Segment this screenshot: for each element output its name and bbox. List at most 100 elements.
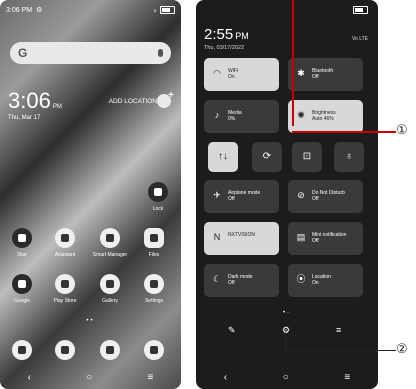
flashlight-tile[interactable]: ♁ (334, 142, 364, 172)
tile-icon: ⦿ (296, 274, 306, 284)
rotate-tile[interactable]: ⟳ (252, 142, 282, 172)
callout-2: ② (396, 341, 408, 356)
panel-ampm: PM (235, 31, 249, 41)
tile-3[interactable]: ✺ Brightness Auto 46% (288, 100, 363, 133)
tile-label: NXTVISION (228, 232, 255, 238)
gear-icon: ⚙ (36, 7, 43, 14)
gallery-icon (100, 274, 120, 294)
app-label: Assistant (54, 252, 76, 258)
messages-icon (100, 340, 120, 360)
app-gallery[interactable]: Gallery (92, 274, 128, 304)
assistant-icon (55, 228, 75, 248)
home-screen: 3:06 PM ⚙ ᵢₗ G 3:06 PM Thu, Mar 17 ADD LOC… (0, 0, 181, 389)
tile-9[interactable]: ⦿ Location On (288, 264, 363, 297)
play-store-icon (55, 274, 75, 294)
back-button[interactable]: ‹ (28, 372, 31, 383)
page-indicator: •· (282, 310, 292, 316)
app-label: Duo (17, 252, 27, 258)
edit-icon[interactable]: ✎ (228, 325, 236, 336)
panel-time: 2:55 (204, 26, 234, 43)
panel-date: Thu, 03/17/2022 (204, 45, 245, 51)
tile-icon: ✺ (297, 110, 305, 120)
screenshot-tile[interactable]: ⊡ (292, 142, 322, 172)
app-label: Lock (152, 206, 164, 212)
annotation-line (285, 350, 396, 351)
tile-7[interactable]: ▤ Mini notification Off (288, 222, 363, 255)
tile-label: Do Not Disturb Off (312, 190, 345, 202)
dock-camera[interactable] (136, 340, 172, 364)
signal-indicator: Vo LTE (351, 36, 368, 42)
app-settings[interactable]: Settings (136, 274, 172, 304)
tile-0[interactable]: ◠ WiFi On (204, 58, 279, 91)
recents-button[interactable]: ≡ (344, 372, 350, 383)
search-bar[interactable]: G (10, 42, 171, 64)
clock-date: Thu, Mar 17 (8, 115, 41, 121)
shield-icon (100, 228, 120, 248)
app-assistant[interactable]: Assistant (47, 228, 83, 258)
tile-label: Airplane mode Off (228, 190, 260, 202)
clock-ampm: PM (52, 104, 62, 110)
tile-8[interactable]: ☾ Dark mode Off (204, 264, 279, 297)
add-location-link[interactable]: ADD LOCATION (109, 98, 157, 105)
tile-6[interactable]: N NXTVISION (204, 222, 279, 255)
home-button[interactable]: ○ (283, 372, 289, 383)
tile-1[interactable]: ✱ Bluetooth Off (288, 58, 363, 91)
google-folder-icon (12, 274, 32, 294)
status-time: 3:06 PM (6, 6, 33, 14)
tile-2[interactable]: ♪ Media 0% (204, 100, 279, 133)
mic-icon[interactable] (158, 49, 163, 57)
app-label: Gallery (102, 298, 118, 304)
google-icon: G (18, 46, 28, 60)
app-files[interactable]: Files (136, 228, 172, 258)
tile-status: Off (228, 280, 235, 286)
tile-status: 0% (228, 116, 236, 122)
tile-icon: ✱ (297, 68, 305, 78)
tile-icon: ▤ (296, 232, 306, 242)
tile-status: Off (312, 196, 319, 202)
dock-phone[interactable] (4, 340, 40, 364)
notification-settings-icon[interactable]: ≡ (336, 325, 341, 335)
tile-5[interactable]: ⊘ Do Not Disturb Off (288, 180, 363, 213)
tile-label: Brightness Auto 46% (312, 110, 336, 122)
tile-label: Dark mode Off (228, 274, 252, 286)
app-label: Smart Manager (92, 252, 128, 258)
tile-status: On (228, 74, 235, 80)
dock-chrome[interactable] (47, 340, 83, 364)
app-duo[interactable]: Duo (4, 228, 40, 258)
clock-time: 3:06 (8, 88, 51, 113)
camera-icon (144, 340, 164, 360)
home-button[interactable]: ○ (86, 372, 92, 383)
tile-status: Off (228, 196, 235, 202)
tile-status: On (312, 280, 319, 286)
tile-icon: N (213, 232, 221, 242)
phone-icon (12, 340, 32, 360)
recents-button[interactable]: ≡ (148, 372, 154, 383)
signal-icon: ᵢₗ (153, 7, 156, 14)
quick-settings-panel: 2:55 PM Thu, 03/17/2022 Vo LTE ◠ WiFi On ✱ Bl… (196, 0, 378, 389)
app-play-store[interactable]: Play Store (47, 274, 83, 304)
battery-icon (353, 6, 368, 14)
status-bar: 3:06 PM ⚙ ᵢₗ (6, 4, 175, 16)
app-lock[interactable]: Lock (140, 182, 176, 212)
folder-icon (144, 228, 164, 248)
tile-label: Bluetooth Off (312, 68, 333, 80)
tile-label: Media 0% (228, 110, 242, 122)
weather-icon[interactable] (157, 90, 174, 108)
back-button[interactable]: ‹ (224, 372, 227, 383)
settings-icon (144, 274, 164, 294)
chrome-icon (55, 340, 75, 360)
video-icon (12, 228, 32, 248)
app-smart-manager[interactable]: Smart Manager (92, 228, 128, 258)
app-google[interactable]: Google (4, 274, 40, 304)
annotation-line (292, 131, 396, 133)
data-transfer-tile[interactable]: ↑↓ (208, 142, 238, 172)
clock-widget[interactable]: 3:06 PM Thu, Mar 17 (8, 88, 62, 121)
settings-gear-icon[interactable]: ⚙ (282, 325, 290, 336)
tile-icon: ◠ (213, 68, 221, 78)
tile-4[interactable]: ✈ Airplane mode Off (204, 180, 279, 213)
dock-messages[interactable] (92, 340, 128, 364)
panel-clock: 2:55 PM Thu, 03/17/2022 (204, 26, 249, 51)
tile-status: Off (312, 238, 319, 244)
tile-status: Off (312, 74, 319, 80)
lock-icon (148, 182, 168, 202)
